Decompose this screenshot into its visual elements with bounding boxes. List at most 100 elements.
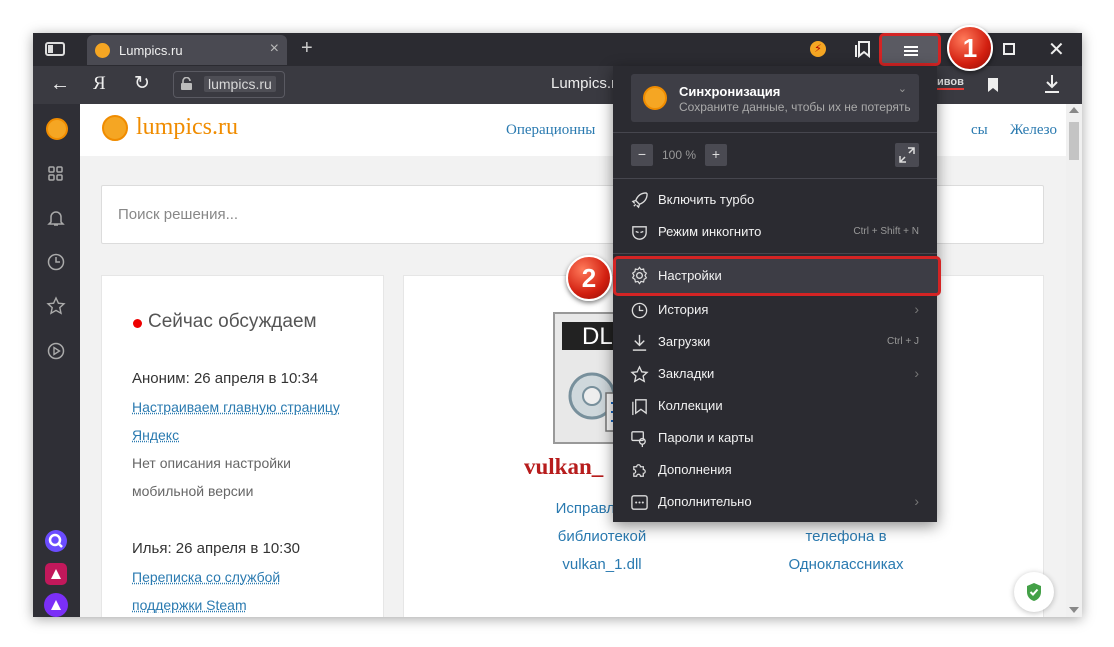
browser-sidebar: [33, 104, 80, 617]
main-menu-dropdown: Синхронизация Сохраните данные, чтобы их…: [613, 66, 941, 522]
maximize-icon[interactable]: [1003, 43, 1015, 55]
new-tab-button[interactable]: +: [301, 37, 313, 60]
comment-description: мобильной версии: [132, 483, 254, 499]
menu-item-label: Пароли и карты: [658, 430, 754, 445]
alice-search-icon[interactable]: [44, 529, 68, 553]
menu-item-settings[interactable]: Настройки: [613, 256, 941, 296]
orange-site-icon[interactable]: [46, 118, 68, 140]
puzzle-icon: [633, 464, 646, 477]
sync-card[interactable]: Синхронизация Сохраните данные, чтобы их…: [631, 74, 919, 122]
live-dot-icon: [133, 319, 142, 328]
url-field[interactable]: lumpics.ru: [173, 71, 285, 98]
main-menu-button[interactable]: [879, 33, 941, 66]
tab-close-icon[interactable]: ×: [270, 40, 279, 58]
menu-item-label: Загрузки: [658, 334, 711, 349]
menu-item-label: Включить турбо: [658, 192, 755, 207]
step-badge-1: 1: [947, 25, 993, 71]
article-title[interactable]: библиотекой: [502, 528, 702, 545]
orange-favicon-icon: [95, 43, 110, 58]
submenu-arrow-icon: ›: [914, 301, 919, 317]
comment-link[interactable]: Яндекс: [132, 427, 179, 443]
menu-item-label: Режим инкогнито: [658, 224, 762, 239]
menu-item-more[interactable]: Дополнительно ›: [613, 486, 937, 518]
menu-item-incognito[interactable]: Режим инкогнито Ctrl + Shift + N: [613, 216, 937, 248]
tab-title: Lumpics.ru: [119, 43, 183, 58]
chevron-down-icon[interactable]: ⌄: [898, 82, 907, 95]
scroll-thumb[interactable]: [1069, 122, 1079, 160]
bell-icon[interactable]: [46, 208, 66, 228]
tab-bar: Lumpics.ru × + ⚡ ✕: [33, 33, 1082, 66]
menu-item-label: Дополнительно: [658, 494, 752, 509]
article-title[interactable]: Одноклассниках: [746, 556, 946, 573]
comment-author: Аноним: 26 апреля в 10:34: [132, 370, 319, 387]
hamburger-menu-icon: [904, 46, 918, 56]
submenu-arrow-icon: ›: [914, 493, 919, 509]
zoom-out-button[interactable]: −: [631, 144, 653, 166]
collections-icon[interactable]: [855, 40, 873, 58]
menu-item-label: Настройки: [658, 268, 722, 283]
menu-divider: [613, 132, 937, 133]
play-icon[interactable]: [46, 341, 66, 361]
menu-item-bookmarks[interactable]: Закладки ›: [613, 358, 937, 390]
article-image-caption: vulkan_: [524, 454, 604, 479]
menu-item-history[interactable]: История ›: [613, 294, 937, 326]
back-button[interactable]: ←: [50, 73, 70, 96]
turbo-lightning-icon[interactable]: ⚡: [810, 41, 826, 57]
fullscreen-button[interactable]: [895, 143, 919, 167]
menu-item-downloads[interactable]: Загрузки Ctrl + J: [613, 326, 937, 358]
protect-badge[interactable]: [1014, 572, 1054, 612]
comment-link[interactable]: поддержки Steam: [132, 597, 247, 613]
bookmark-label[interactable]: ивов: [937, 76, 964, 90]
menu-item-label: Коллекции: [658, 398, 723, 413]
step-badge-2: 2: [566, 255, 612, 301]
comment-link[interactable]: Переписка со службой: [132, 569, 280, 585]
menu-item-passwords[interactable]: Пароли и карты: [613, 422, 937, 454]
menu-item-label: История: [658, 302, 709, 317]
bookmark-icon[interactable]: [978, 72, 1008, 98]
comment-link[interactable]: Настраиваем главную страницу: [132, 399, 340, 415]
menu-item-extensions[interactable]: Дополнения: [613, 454, 937, 486]
discussion-widget: Сейчас обсуждаем Аноним: 26 апреля в 10:…: [101, 275, 384, 617]
alice-assistant-icon[interactable]: [43, 592, 69, 617]
menu-divider: [613, 178, 937, 179]
lock-icon[interactable]: [180, 77, 193, 91]
article-title[interactable]: vulkan_1.dll: [502, 556, 702, 573]
clock-icon[interactable]: [46, 252, 66, 272]
comment-description: Нет описания настройки: [132, 455, 291, 471]
collections-icon: [632, 399, 647, 416]
key-card-icon: [631, 431, 646, 448]
rocket-icon: [631, 192, 648, 209]
download-icon[interactable]: [1043, 74, 1061, 94]
window-close-icon[interactable]: ✕: [1048, 37, 1065, 62]
menu-item-label: Дополнения: [658, 462, 732, 477]
zoom-level: 100 %: [662, 148, 697, 162]
sync-subtitle: Сохраните данные, чтобы их не потерять: [679, 100, 911, 114]
page-scrollbar[interactable]: [1066, 104, 1082, 617]
menu-item-collections[interactable]: Коллекции: [613, 390, 937, 422]
tab-lumpics[interactable]: Lumpics.ru ×: [87, 35, 287, 65]
apps-grid-icon[interactable]: [46, 164, 66, 184]
alice-app-icon[interactable]: [44, 562, 68, 586]
sync-title: Синхронизация: [679, 84, 781, 99]
lumpics-logo-icon[interactable]: [102, 115, 128, 141]
yandex-home-button[interactable]: Я: [93, 73, 106, 95]
sidebar-toggle-icon[interactable]: [45, 41, 67, 57]
star-icon[interactable]: [46, 296, 66, 316]
clock-icon: [631, 302, 648, 319]
download-icon: [632, 334, 647, 351]
search-placeholder: Поиск решения...: [118, 206, 239, 223]
nav-link-os[interactable]: Операционны: [506, 122, 595, 139]
nav-link-hardware[interactable]: Железо: [1010, 122, 1057, 139]
shield-check-icon: [1027, 583, 1041, 601]
article-title[interactable]: телефона в: [746, 528, 946, 545]
site-logo-text[interactable]: lumpics.ru: [136, 114, 238, 141]
menu-item-turbo[interactable]: Включить турбо: [613, 184, 937, 216]
nav-link-programs[interactable]: сы: [971, 122, 988, 139]
fullscreen-icon: [899, 147, 915, 163]
scroll-up-icon[interactable]: [1069, 107, 1079, 113]
more-icon: [631, 495, 648, 510]
zoom-in-button[interactable]: +: [705, 144, 727, 166]
scroll-down-icon[interactable]: [1069, 607, 1079, 613]
reload-button[interactable]: ↻: [134, 72, 150, 94]
orange-avatar-icon: [643, 86, 667, 110]
